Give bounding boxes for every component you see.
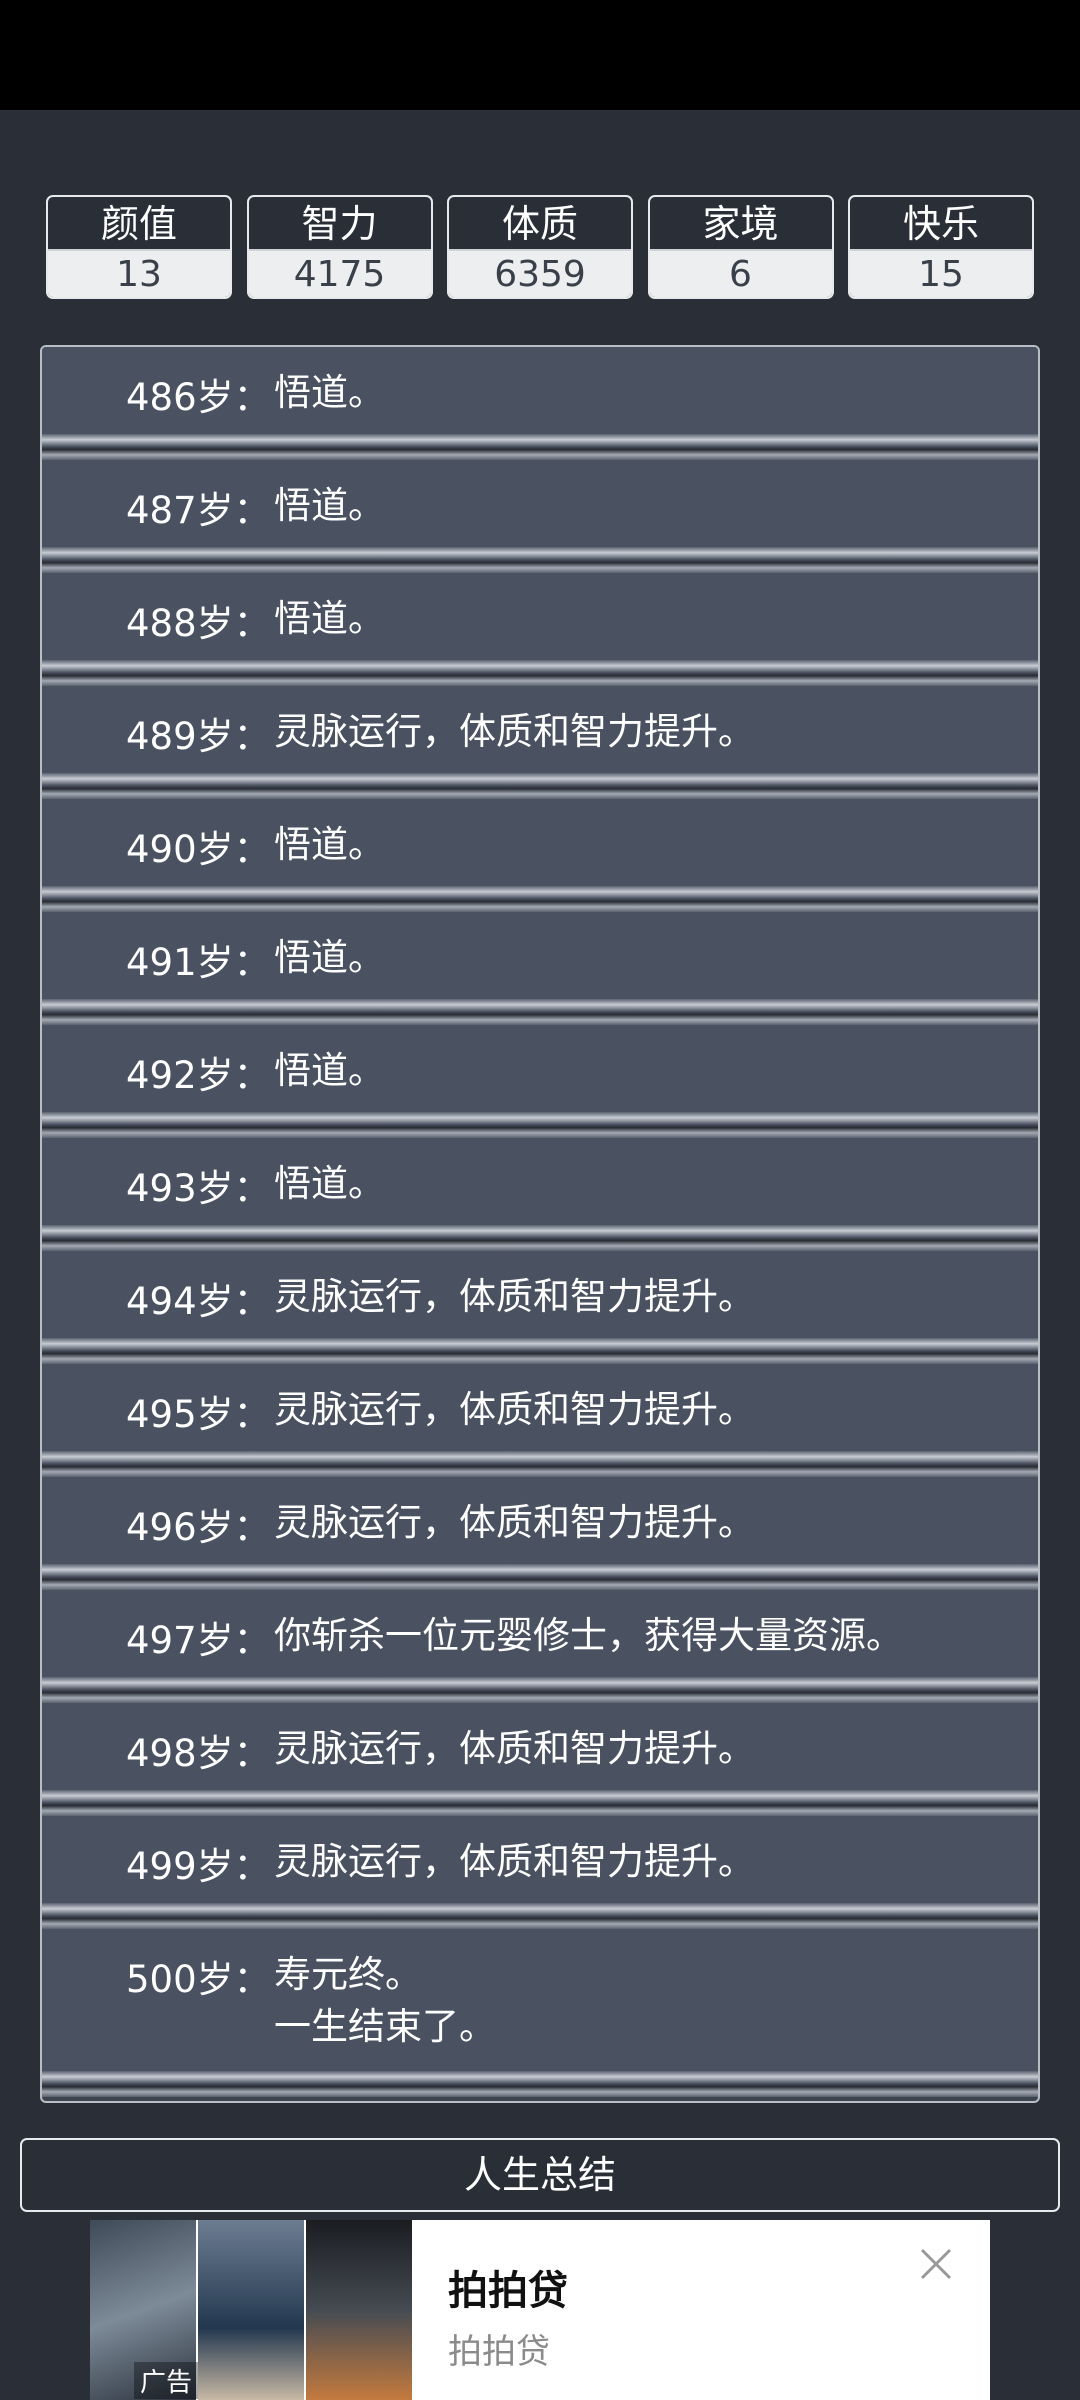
stats-bar: 颜值 13 智力 4175 体质 6359 家境 6 快乐 15	[46, 195, 1034, 301]
entry-age: 500岁：	[126, 1958, 271, 2001]
stat-label: 智力	[301, 202, 378, 246]
log-entry: 490岁： 悟道。	[42, 799, 1038, 912]
entry-age: 492岁：	[126, 1054, 271, 1097]
entry-text: 灵脉运行，体质和智力提升。	[274, 710, 755, 753]
ad-banner[interactable]: 广告 拍拍贷 拍拍贷	[90, 2220, 990, 2400]
stat-value: 4175	[248, 249, 431, 297]
log-entry: 496岁： 灵脉运行，体质和智力提升。	[42, 1477, 1038, 1590]
entry-age: 491岁：	[126, 941, 271, 984]
entry-text: 悟道。	[274, 371, 385, 414]
log-entry: 489岁： 灵脉运行，体质和智力提升。	[42, 686, 1038, 799]
entry-age: 495岁：	[126, 1393, 271, 1436]
stat-value: 6	[649, 249, 832, 297]
entry-text: 悟道。	[274, 823, 385, 866]
stat-intelligence: 智力 4175	[246, 195, 433, 299]
entry-age: 493岁：	[126, 1167, 271, 1210]
log-entry: 495岁： 灵脉运行，体质和智力提升。	[42, 1364, 1038, 1477]
entry-text: 悟道。	[274, 1049, 385, 1092]
entry-text: 寿元终。 一生结束了。	[274, 1949, 496, 2053]
log-entry: 488岁： 悟道。	[42, 573, 1038, 686]
stat-value: 15	[850, 249, 1032, 297]
ad-thumbnail	[306, 2220, 412, 2400]
entry-age: 487岁：	[126, 489, 271, 532]
stat-label: 快乐	[902, 202, 979, 246]
stat-label: 颜值	[100, 202, 177, 246]
log-entry: 497岁： 你斩杀一位元婴修士，获得大量资源。	[42, 1590, 1038, 1703]
log-entry: 494岁： 灵脉运行，体质和智力提升。	[42, 1251, 1038, 1364]
log-entry: 492岁： 悟道。	[42, 1025, 1038, 1138]
log-entry: 499岁： 灵脉运行，体质和智力提升。	[42, 1816, 1038, 1929]
log-entry: 491岁： 悟道。	[42, 912, 1038, 1025]
log-entry: 487岁： 悟道。	[42, 460, 1038, 573]
entry-age: 486岁：	[126, 376, 271, 419]
entry-text-line: 寿元终。	[274, 1953, 422, 1996]
stat-value: 13	[48, 249, 230, 297]
stat-happiness: 快乐 15	[848, 195, 1034, 299]
stat-constitution: 体质 6359	[447, 195, 633, 299]
entry-age: 498岁：	[126, 1732, 271, 1775]
log-entry: 493岁： 悟道。	[42, 1138, 1038, 1251]
entry-text: 悟道。	[274, 597, 385, 640]
stat-family: 家境 6	[647, 195, 834, 299]
log-entry: 486岁： 悟道。	[42, 347, 1038, 460]
life-summary-button[interactable]: 人生总结	[20, 2138, 1060, 2212]
entry-text: 灵脉运行，体质和智力提升。	[274, 1388, 755, 1431]
log-entry-final: 500岁： 寿元终。 一生结束了。	[42, 1929, 1038, 2097]
entry-text: 悟道。	[274, 1162, 385, 1205]
entry-age: 499岁：	[126, 1845, 271, 1888]
entry-age: 489岁：	[126, 715, 271, 758]
ad-badge: 广告	[134, 2362, 199, 2399]
close-icon[interactable]	[914, 2242, 958, 2286]
ad-subtitle: 拍拍贷	[448, 2332, 550, 2372]
life-event-log[interactable]: 486岁： 悟道。 487岁： 悟道。 488岁： 悟道。 489岁： 灵脉运行，体质和…	[40, 345, 1040, 2103]
entry-text-line: 一生结束了。	[274, 2005, 496, 2048]
entry-text: 悟道。	[274, 936, 385, 979]
entry-text: 灵脉运行，体质和智力提升。	[274, 1727, 755, 1770]
ad-title[interactable]: 拍拍贷	[448, 2258, 568, 2316]
status-bar	[0, 0, 1080, 110]
entry-text: 你斩杀一位元婴修士，获得大量资源。	[274, 1614, 903, 1657]
stat-label: 家境	[702, 202, 779, 246]
stat-appearance: 颜值 13	[46, 195, 232, 299]
entry-age: 490岁：	[126, 828, 271, 871]
entry-age: 494岁：	[126, 1280, 271, 1323]
stat-label: 体质	[501, 202, 578, 246]
entry-text: 灵脉运行，体质和智力提升。	[274, 1840, 755, 1883]
entry-age: 497岁：	[126, 1619, 271, 1662]
entry-age: 488岁：	[126, 602, 271, 645]
ad-thumbnail	[198, 2220, 304, 2400]
entry-text: 悟道。	[274, 484, 385, 527]
entry-text: 灵脉运行，体质和智力提升。	[274, 1275, 755, 1318]
entry-text: 灵脉运行，体质和智力提升。	[274, 1501, 755, 1544]
entry-age: 496岁：	[126, 1506, 271, 1549]
stat-value: 6359	[449, 249, 631, 297]
log-entry: 498岁： 灵脉运行，体质和智力提升。	[42, 1703, 1038, 1816]
